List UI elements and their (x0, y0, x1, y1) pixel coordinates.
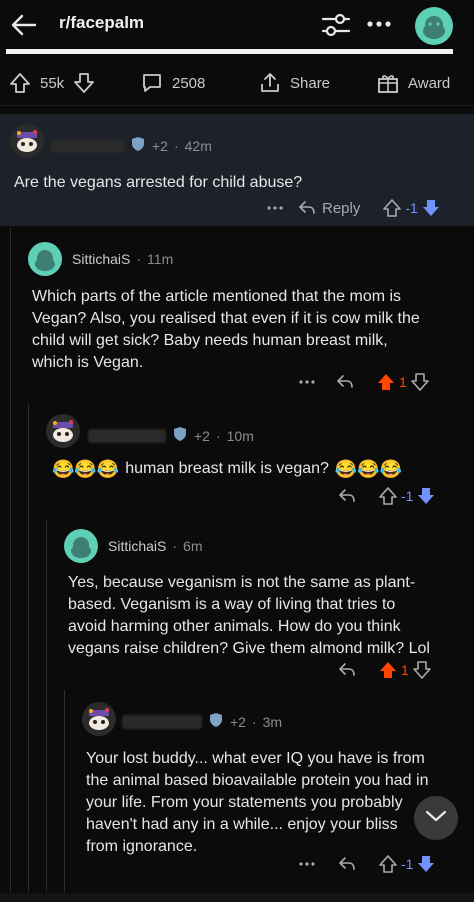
downvote-active-icon[interactable] (416, 486, 436, 506)
username-redacted[interactable] (50, 138, 124, 153)
bottom-edge (0, 893, 474, 902)
snoo-avatar[interactable] (10, 124, 44, 158)
downvote-active-icon[interactable] (416, 854, 436, 874)
comment-2: SittichaiS · 11m Which parts of the arti… (0, 240, 474, 400)
share-icon (258, 71, 282, 95)
comment-3: +2 · 10m 😂😂😂 human breast milk is vegan?… (0, 408, 474, 516)
comment-time: 6m (183, 538, 203, 554)
top-bar: r/facepalm (0, 0, 474, 50)
vote-count: 1 (401, 662, 409, 678)
comment-body: Yes, because veganism is not the same as… (68, 574, 430, 657)
scroll-down-button[interactable] (414, 796, 458, 840)
flair-count: +2 (230, 713, 246, 730)
post-vote-count: 55k (40, 74, 65, 92)
username-redacted[interactable] (88, 428, 166, 443)
upvote-active-icon[interactable] (378, 660, 398, 680)
default-avatar[interactable] (28, 242, 62, 276)
flair-count: +2 (194, 427, 210, 444)
comment-4: SittichaiS · 6m Yes, because veganism is… (0, 526, 474, 686)
upvote-active-icon[interactable] (376, 372, 396, 392)
comment-1: +2 · 42m Are the vegans arrested for chi… (0, 114, 474, 226)
shield-badge-icon (130, 136, 146, 155)
comment-actions: -1 (298, 852, 436, 876)
comments-button[interactable]: 2508 (140, 70, 205, 96)
comment-body: Are the vegans arrested for child abuse? (14, 174, 303, 191)
comment-bubble-icon (140, 71, 164, 95)
post-image-edge (6, 49, 453, 54)
comment-count: 2508 (172, 74, 206, 92)
comment-meta: +2 · 3m (122, 712, 282, 731)
comment-meta: SittichaiS · 6m (108, 538, 203, 554)
vote-count: -1 (401, 488, 414, 504)
upvote-icon[interactable] (378, 854, 398, 874)
comment-time: 10m (226, 427, 254, 444)
sort-filter-icon[interactable] (321, 11, 351, 39)
comment-time: 3m (262, 713, 283, 730)
award-button[interactable]: Award (376, 70, 450, 96)
default-avatar[interactable] (64, 529, 98, 563)
reply-icon[interactable] (338, 488, 356, 504)
username-redacted[interactable] (122, 714, 202, 729)
vote-count: -1 (405, 200, 418, 216)
comment-meta: SittichaiS · 11m (72, 251, 174, 267)
upvote-icon[interactable] (8, 71, 32, 95)
downvote-active-icon[interactable] (421, 198, 441, 218)
shield-badge-icon (208, 712, 224, 731)
downvote-icon[interactable] (72, 71, 96, 95)
username[interactable]: SittichaiS (72, 251, 130, 267)
shield-badge-icon (172, 426, 188, 445)
reply-icon[interactable] (336, 374, 354, 390)
more-dots-icon[interactable] (266, 205, 284, 211)
reply-icon[interactable] (338, 856, 356, 872)
reply-label: Reply (322, 199, 361, 217)
comment-body: Which parts of the article mentioned tha… (32, 288, 420, 371)
downvote-icon[interactable] (412, 660, 432, 680)
subreddit-title[interactable]: r/facepalm (59, 13, 144, 33)
award-gift-icon (376, 71, 400, 95)
reply-icon[interactable] (338, 662, 356, 678)
comment-meta: +2 · 42m (50, 136, 212, 155)
comment-actions: -1 (338, 484, 436, 508)
snoo-avatar[interactable] (46, 414, 80, 448)
more-dots-icon[interactable] (298, 861, 316, 867)
comment-actions: 1 (298, 370, 430, 394)
upvote-icon[interactable] (378, 486, 398, 506)
downvote-icon[interactable] (410, 372, 430, 392)
back-arrow-icon[interactable] (8, 9, 40, 41)
laughing-emoji-icon: 😂😂😂 (52, 459, 120, 479)
laughing-emoji-icon: 😂😂😂 (334, 459, 403, 479)
comment-meta: +2 · 10m (88, 426, 254, 445)
post-action-bar: 55k 2508 Share Award (0, 60, 474, 106)
award-label: Award (408, 74, 451, 92)
upvote-icon[interactable] (382, 198, 402, 218)
vote-count: -1 (401, 856, 414, 872)
comment-time: 11m (147, 251, 174, 267)
post-vote-group: 55k (8, 70, 96, 96)
comment-actions: 1 (338, 658, 432, 682)
comment-actions: Reply -1 (266, 196, 441, 220)
chevron-down-icon (425, 809, 447, 828)
snoo-avatar[interactable] (82, 702, 116, 736)
comment-time: 42m (184, 137, 212, 154)
comment-5: +2 · 3m Your lost buddy... what ever IQ … (0, 696, 474, 892)
username[interactable]: SittichaiS (108, 538, 166, 554)
share-label: Share (290, 74, 331, 92)
comment-body: Your lost buddy... what ever IQ you have… (86, 750, 429, 855)
more-dots-icon[interactable] (298, 379, 316, 385)
flair-count: +2 (152, 137, 168, 154)
user-avatar[interactable] (415, 7, 453, 45)
share-button[interactable]: Share (258, 70, 330, 96)
more-options-icon[interactable] (366, 14, 392, 34)
reply-button[interactable]: Reply (298, 200, 360, 217)
vote-count: 1 (399, 374, 407, 390)
comment-body: 😂😂😂 human breast milk is vegan? 😂😂😂 (52, 459, 403, 479)
